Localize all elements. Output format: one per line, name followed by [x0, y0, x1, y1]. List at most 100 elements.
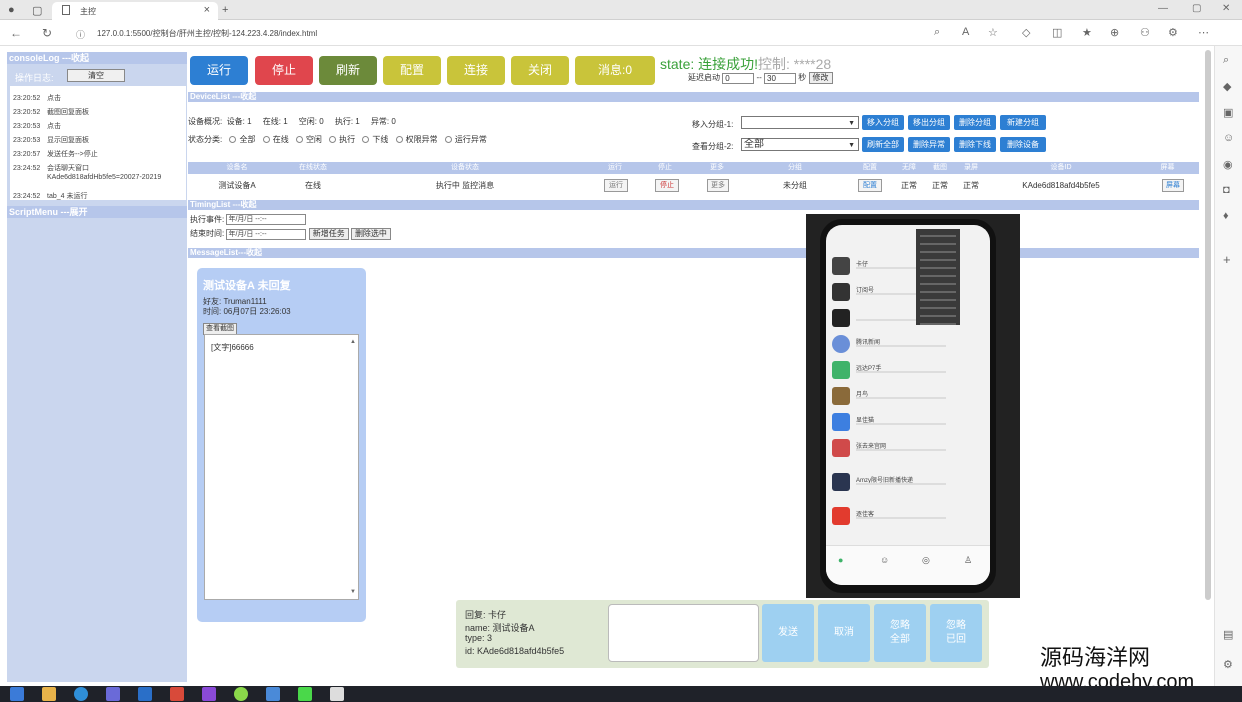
ignore-read-button[interactable]: 忽略 已回	[930, 604, 982, 662]
device-list-header[interactable]: DeviceList ---收起	[188, 92, 1199, 102]
browser-tab[interactable]: 主控 ×	[52, 2, 218, 20]
radio-online[interactable]	[262, 136, 270, 144]
settings-menu-icon[interactable]: ⚙	[1168, 26, 1178, 39]
app-icon[interactable]	[106, 687, 120, 701]
clear-log-button[interactable]: 清空	[67, 69, 125, 82]
layout-icon[interactable]: ▤	[1223, 628, 1233, 641]
device-run-button[interactable]: 运行	[604, 179, 628, 192]
new-tab-icon[interactable]: +	[222, 4, 228, 16]
delete-group-button[interactable]: 删除分组	[954, 115, 996, 130]
radio-run-error[interactable]	[444, 136, 452, 144]
sidebar-settings-icon[interactable]: ⚙	[1223, 658, 1233, 671]
close-window-icon[interactable]: ✕	[1222, 3, 1230, 14]
app-icon[interactable]	[170, 687, 184, 701]
reload-icon[interactable]: ↻	[42, 26, 52, 40]
message-textarea[interactable]: [文字]66666 ▲ ▼	[204, 334, 359, 600]
radio-permission-error[interactable]	[395, 136, 403, 144]
radio-all[interactable]	[229, 136, 237, 144]
favorites-bar-icon[interactable]: ★	[1082, 26, 1092, 39]
move-group-select[interactable]: ▼	[741, 116, 859, 129]
app-icon[interactable]	[202, 687, 216, 701]
message-card[interactable]: 测试设备A 未回复 好友: Truman1111 时间: 06月07日 23:2…	[197, 268, 366, 622]
people-icon[interactable]: ☺	[1223, 132, 1234, 144]
delay-from-input[interactable]: 0	[722, 72, 755, 84]
config-button[interactable]: 配置	[383, 56, 441, 85]
delete-device-button[interactable]: 删除设备	[1000, 137, 1046, 152]
ignore-all-button[interactable]: 忽略 全部	[874, 604, 926, 662]
browser-tab-strip: ● ▢ 主控 × + — ▢ ✕	[0, 0, 1242, 20]
start-icon[interactable]	[10, 687, 24, 701]
exec-datetime-input[interactable]: 年/月/日 --:--	[226, 214, 307, 226]
url-field[interactable]: 127.0.0.1:5500/控制台/肝州主控/控制-124.223.4.28/…	[97, 28, 317, 39]
radio-offline[interactable]	[362, 136, 370, 144]
minimize-icon[interactable]: —	[1158, 3, 1168, 14]
page-scrollbar[interactable]	[1205, 50, 1211, 600]
favorite-icon[interactable]: ☆	[988, 26, 998, 39]
profile-icon[interactable]: ●	[8, 4, 15, 16]
console-log-header[interactable]: consoleLog ---收起	[7, 52, 187, 64]
collections-icon[interactable]: ⊕	[1110, 26, 1119, 39]
device-stop-button[interactable]: 停止	[655, 179, 679, 192]
message-list-header[interactable]: MessageList---收起	[188, 248, 1199, 258]
connect-button[interactable]: 连接	[447, 56, 505, 85]
tools-icon[interactable]: ⚇	[1140, 26, 1150, 39]
run-button[interactable]: 运行	[190, 56, 248, 85]
close-tab-icon[interactable]: ×	[204, 4, 210, 16]
app-icon[interactable]	[266, 687, 280, 701]
add-sidebar-icon[interactable]: +	[1223, 252, 1231, 267]
refresh-all-button[interactable]: 刷新全部	[862, 137, 904, 152]
info-icon[interactable]: ⓘ	[76, 28, 85, 41]
explorer-icon[interactable]	[42, 687, 56, 701]
view-group-select[interactable]: 全部 ▼	[741, 138, 859, 151]
extensions-icon[interactable]: ◇	[1022, 26, 1030, 39]
tab-title: 主控	[80, 7, 96, 16]
shopping-icon[interactable]: ♦	[1223, 210, 1229, 222]
app-icon[interactable]	[330, 687, 344, 701]
device-a11y: 正常	[901, 181, 917, 190]
move-out-group-button[interactable]: 移出分组	[908, 115, 950, 130]
scroll-up-icon[interactable]: ▲	[350, 339, 356, 345]
maximize-icon[interactable]: ▢	[1192, 3, 1201, 14]
split-screen-icon[interactable]: ◫	[1052, 26, 1062, 39]
device-config-button[interactable]: 配置	[858, 179, 882, 192]
outlook-icon[interactable]: ◘	[1223, 184, 1230, 196]
delay-to-input[interactable]: 30	[764, 72, 797, 84]
modify-delay-button[interactable]: 修改	[808, 72, 833, 84]
tab-actions-icon[interactable]: ▢	[32, 4, 42, 17]
delete-selected-button[interactable]: 删除选中	[350, 228, 391, 240]
device-more-button[interactable]: 更多	[707, 179, 729, 192]
close-button[interactable]: 关闭	[511, 56, 569, 85]
device-screen-button[interactable]: 屏幕	[1162, 179, 1184, 192]
briefcase-icon[interactable]: ▣	[1223, 106, 1233, 119]
log-list[interactable]: 23:20:52 点击 23:20:52 截图回复面板 23:20:53 点击 23:…	[10, 86, 186, 200]
cancel-button[interactable]: 取消	[818, 604, 870, 662]
wechat-icon[interactable]	[298, 687, 312, 701]
app-icon[interactable]	[234, 687, 248, 701]
zoom-icon[interactable]: ⌕	[934, 26, 940, 39]
script-menu-header[interactable]: ScriptMenu ---展开	[7, 206, 187, 218]
new-task-button[interactable]: 新增任务	[308, 228, 349, 240]
scroll-down-icon[interactable]: ▼	[350, 589, 356, 595]
delete-offline-button[interactable]: 删除下线	[954, 137, 996, 152]
back-icon[interactable]: ←	[10, 26, 22, 40]
timing-list-header[interactable]: TimingList ---收起	[188, 200, 1199, 210]
send-button[interactable]: 发送	[762, 604, 814, 662]
radio-executing[interactable]	[329, 136, 337, 144]
delete-error-button[interactable]: 删除异常	[908, 137, 950, 152]
reply-textarea[interactable]	[608, 604, 759, 662]
read-aloud-icon[interactable]: A	[962, 26, 969, 38]
new-group-button[interactable]: 新建分组	[1000, 115, 1046, 130]
search-icon[interactable]: ⌕	[1223, 54, 1229, 67]
edge-icon[interactable]	[74, 687, 88, 701]
stop-button[interactable]: 停止	[255, 56, 313, 85]
copilot-icon[interactable]: ◉	[1223, 158, 1233, 171]
radio-idle[interactable]	[295, 136, 303, 144]
move-in-group-button[interactable]: 移入分组	[862, 115, 904, 130]
refresh-button[interactable]: 刷新	[319, 56, 377, 85]
messages-button[interactable]: 消息:0	[575, 56, 655, 85]
log-row: 23:20:53 点击	[13, 123, 61, 130]
vscode-icon[interactable]	[138, 687, 152, 701]
end-datetime-input[interactable]: 年/月/日 --:--	[226, 228, 307, 240]
more-menu-icon[interactable]: ⋯	[1198, 26, 1209, 39]
tag-icon[interactable]: ◆	[1223, 80, 1231, 93]
